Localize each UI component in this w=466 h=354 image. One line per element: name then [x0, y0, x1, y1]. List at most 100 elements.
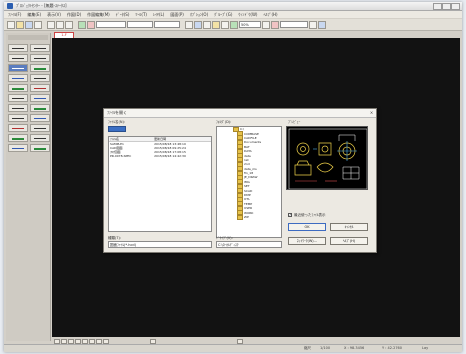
next-page-button[interactable] — [68, 338, 74, 344]
drive-select[interactable]: C:\ﾛｰｶﾙﾃﾞｨｽｸ — [216, 241, 282, 248]
menu-item-file[interactable]: ﾌｧｲﾙ(F) — [8, 12, 21, 18]
trim-tool[interactable] — [8, 134, 28, 142]
close-button[interactable] — [451, 3, 460, 10]
list-item[interactable]: PR-0078-SPEC 2015/08/18 14:42:30 — [109, 154, 211, 158]
minimize-button[interactable] — [433, 3, 442, 10]
ok-button[interactable]: OK — [288, 223, 326, 231]
zoom-out-icon[interactable] — [221, 20, 229, 29]
menu-item-drawing[interactable]: 図面(P) — [170, 12, 184, 18]
rectangle-tool[interactable] — [8, 64, 28, 72]
page-options-button[interactable] — [103, 338, 109, 344]
scroll-left-button[interactable] — [150, 338, 156, 344]
pen-color-icon[interactable] — [87, 20, 95, 29]
ortho-icon[interactable] — [203, 20, 211, 29]
file-column-name[interactable]: ﾌｧｲﾙ名 — [109, 137, 153, 141]
last-page-button[interactable] — [75, 338, 81, 344]
move-tool[interactable] — [8, 114, 28, 122]
menu-item-tools[interactable]: ﾂｰﾙ(T) — [135, 12, 147, 18]
layer-icon[interactable] — [78, 20, 86, 29]
first-page-button[interactable] — [54, 338, 60, 344]
menu-item-edit[interactable]: 編集(E) — [27, 12, 41, 18]
menu-item-help[interactable]: ﾍﾙﾌﾟ(H) — [263, 12, 277, 18]
polyline-tool[interactable] — [30, 54, 50, 62]
layer-select[interactable] — [280, 21, 308, 28]
color-select[interactable] — [154, 21, 180, 28]
grid-icon[interactable] — [185, 20, 193, 29]
dialog-close-icon[interactable]: × — [369, 110, 374, 115]
recent-files-checkbox[interactable]: ✓ — [288, 213, 292, 217]
folder-name: Documents — [244, 140, 262, 145]
fillet-tool[interactable] — [30, 144, 50, 152]
copy-tool[interactable] — [30, 114, 50, 122]
rotate-tool[interactable] — [8, 124, 28, 132]
dimension-tool[interactable] — [30, 94, 50, 102]
preview-label: ﾌﾟﾚﾋﾞｭｰ — [288, 120, 301, 124]
page-delete-button[interactable] — [89, 338, 95, 344]
help-button[interactable]: ﾍﾙﾌﾟ(H) — [330, 237, 368, 245]
select-tool[interactable] — [8, 44, 28, 52]
measure-icon[interactable] — [271, 20, 279, 29]
copy-icon[interactable] — [56, 20, 64, 29]
text-tool[interactable] — [8, 94, 28, 102]
mirror-tool[interactable] — [30, 124, 50, 132]
menu-item-layer[interactable]: ﾚｲﾔ(L) — [153, 12, 164, 18]
cut-icon[interactable] — [47, 20, 55, 29]
scroll-right-button[interactable] — [237, 338, 243, 344]
file-column-date[interactable]: 更新日時 — [153, 137, 211, 141]
point-tool[interactable] — [30, 44, 50, 52]
cancel-button[interactable]: ｷｬﾝｾﾙ — [330, 223, 368, 231]
arc-tool[interactable] — [8, 74, 28, 82]
symbol-tool[interactable] — [30, 104, 50, 112]
snap-icon[interactable] — [194, 20, 202, 29]
leader-tool[interactable] — [8, 104, 28, 112]
redraw-icon[interactable] — [262, 20, 270, 29]
menu-item-options[interactable]: ｵﾌﾟｼｮﾝ(O) — [190, 12, 208, 18]
spline-tool[interactable] — [8, 84, 28, 92]
file-name-label: ﾌｧｲﾙ名(N): — [108, 120, 126, 124]
folder-name: IMG — [244, 179, 250, 184]
menu-item-draw-edit[interactable]: 作図編集(M) — [87, 12, 110, 18]
palette-title — [8, 35, 48, 40]
file-name-input[interactable] — [108, 126, 126, 132]
hatch-tool[interactable] — [30, 84, 50, 92]
paste-icon[interactable] — [65, 20, 73, 29]
menu-item-window[interactable]: ｳｨﾝﾄﾞｳ(W) — [238, 12, 257, 18]
menu-item-view[interactable]: 表示(V) — [47, 12, 61, 18]
print-icon[interactable] — [34, 20, 42, 29]
offset-tool[interactable] — [8, 144, 28, 152]
folder-name: DMP — [244, 193, 251, 198]
circle-tool[interactable] — [30, 64, 50, 72]
folder-name: 1st — [244, 157, 249, 162]
file-type-select[interactable]: 図面ﾌｧｲﾙ(*.hcd) — [108, 241, 212, 248]
menu-item-draw[interactable]: 作図(D) — [67, 12, 81, 18]
line-tool[interactable] — [8, 54, 28, 62]
save-icon[interactable] — [25, 20, 33, 29]
page-add-button[interactable] — [82, 338, 88, 344]
page-list-button[interactable] — [96, 338, 102, 344]
network-button[interactable]: ﾈｯﾄﾜｰｸ(W)... — [288, 237, 326, 245]
zoom-in-icon[interactable] — [212, 20, 220, 29]
file-list[interactable]: ﾌｧｲﾙ名 更新日時 SAMPLE1 2015/08/18 13:48:10 C… — [108, 136, 212, 232]
folder-name: USER — [244, 206, 253, 211]
menu-item-group[interactable]: ｸﾞﾙｰﾌﾟ(G) — [214, 12, 232, 18]
open-folder-icon[interactable] — [16, 20, 24, 29]
menu-item-data[interactable]: ﾃﾞｰﾀ(S) — [116, 12, 130, 18]
list-item[interactable]: ZIP — [217, 214, 281, 220]
prev-page-button[interactable] — [61, 338, 67, 344]
zoom-select[interactable]: 50% — [239, 21, 261, 28]
folder-name: SCAD — [244, 188, 253, 193]
new-file-icon[interactable] — [7, 20, 15, 29]
status-scale: 1/100 — [320, 346, 331, 350]
status-mode: 縮尺 — [304, 346, 311, 350]
status-bar: 縮尺 1/100 X : 98.3456 Y : 42.2760 Lay — [4, 344, 462, 352]
line-width-select[interactable] — [127, 21, 153, 28]
folder-tree[interactable]: C:\ COMBASE CADFILE Documents BAT DATA d… — [216, 126, 282, 238]
maximize-button[interactable] — [442, 3, 451, 10]
pan-icon[interactable] — [230, 20, 238, 29]
properties-icon[interactable] — [309, 20, 317, 29]
app-icon — [7, 3, 13, 9]
line-type-select[interactable] — [96, 21, 126, 28]
help-icon[interactable] — [318, 20, 326, 29]
ellipse-tool[interactable] — [30, 74, 50, 82]
extend-tool[interactable] — [30, 134, 50, 142]
